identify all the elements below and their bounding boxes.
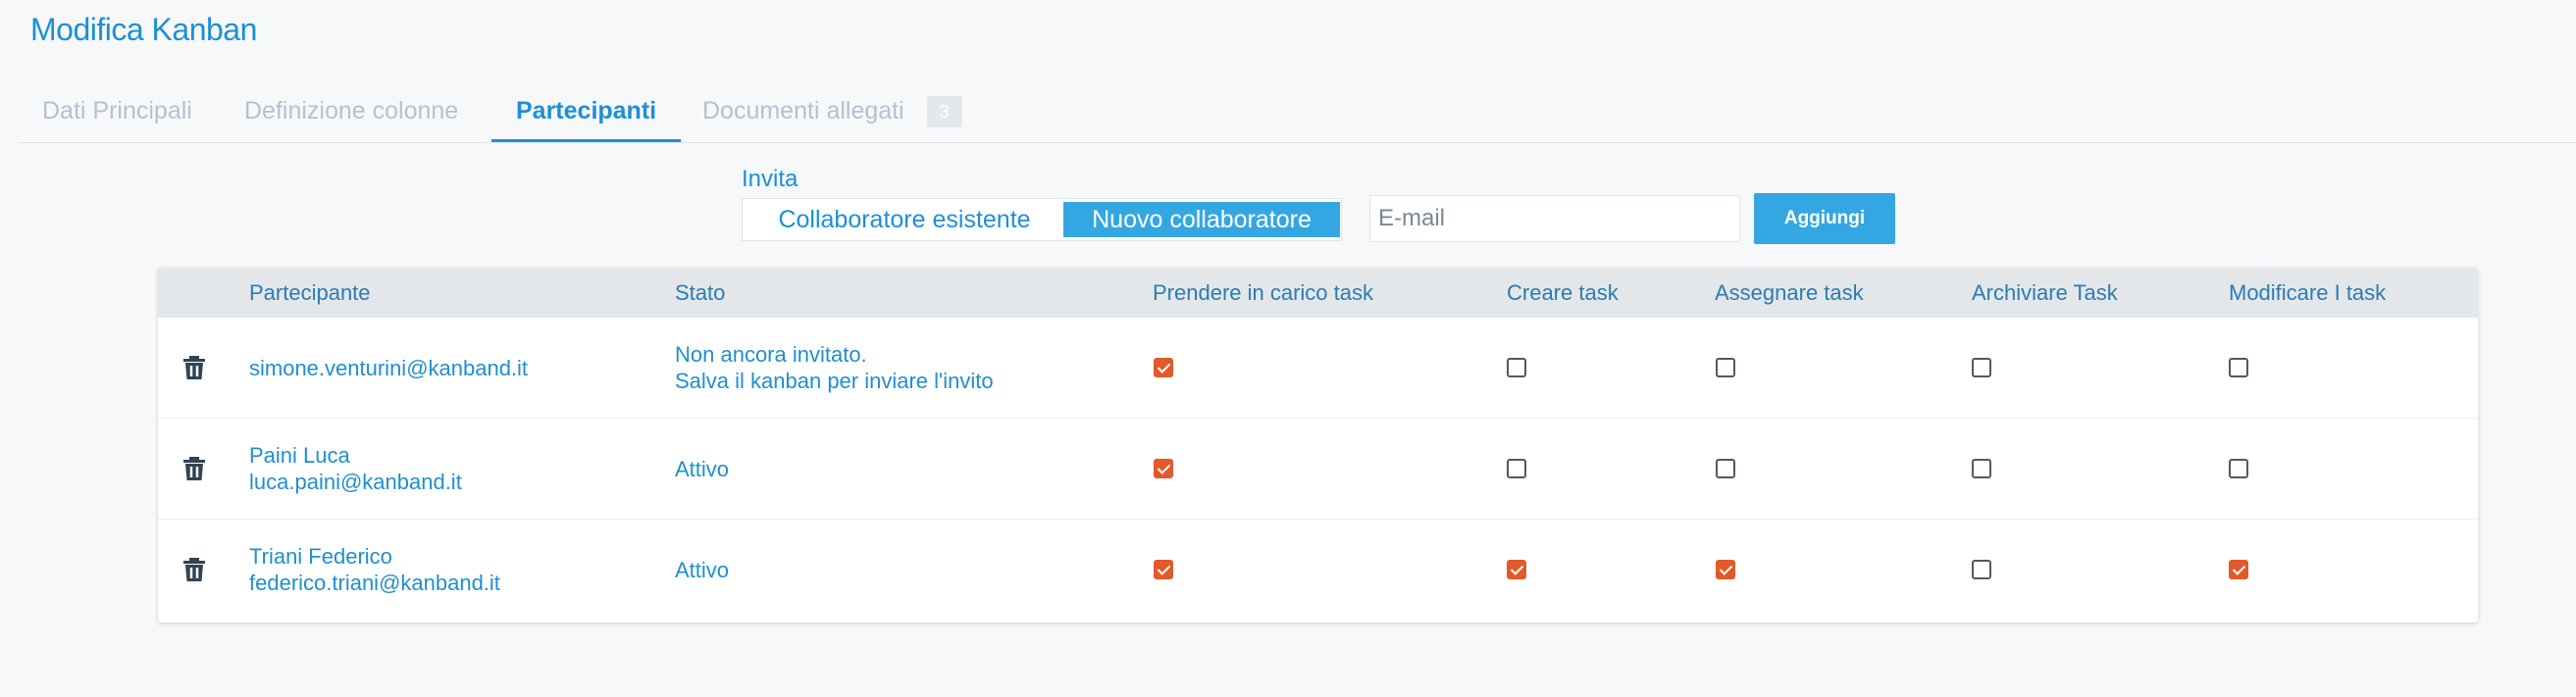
take-task-checkbox[interactable] [1154, 358, 1173, 377]
header-status: Stato [675, 280, 726, 305]
table-header: Partecipante Stato Prendere in carico ta… [158, 268, 2478, 318]
email-input[interactable] [1369, 195, 1740, 242]
trash-icon[interactable] [182, 354, 206, 381]
create-task-checkbox[interactable] [1507, 560, 1526, 579]
status-text: Attivo [675, 457, 730, 481]
participant-email: federico.triani@kanband.it [249, 571, 500, 595]
trash-icon[interactable] [182, 556, 206, 583]
participant-name: simone.venturini@kanband.it [249, 356, 529, 380]
archive-task-checkbox[interactable] [1972, 358, 1991, 377]
header-archive-task: Archiviare Task [1972, 280, 2118, 305]
archive-task-checkbox[interactable] [1972, 459, 1991, 478]
status-text: Attivo [675, 558, 730, 582]
header-take-task: Prendere in carico task [1153, 280, 1373, 305]
assign-task-checkbox[interactable] [1716, 358, 1735, 377]
header-assign-task: Assegnare task [1715, 280, 1864, 305]
table-row: simone.venturini@kanband.it Non ancora i… [158, 318, 2478, 419]
participants-table: Partecipante Stato Prendere in carico ta… [158, 268, 2478, 622]
header-edit-task: Modificare I task [2229, 280, 2387, 305]
trash-icon[interactable] [182, 455, 206, 482]
table-row: Triani Federico federico.triani@kanband.… [158, 520, 2478, 621]
create-task-checkbox[interactable] [1507, 358, 1526, 377]
tab-bar: Dati Principali Definizione colonne Part… [18, 86, 2576, 143]
tab-partecipanti-label: Partecipanti [516, 97, 657, 124]
edit-task-checkbox[interactable] [2229, 358, 2248, 377]
edit-task-checkbox[interactable] [2229, 459, 2248, 478]
participant-name: Paini Luca [249, 443, 350, 468]
status-text: Non ancora invitato. [675, 342, 867, 367]
participant-name: Triani Federico [249, 544, 392, 569]
tab-documenti-allegati[interactable]: Documenti allegati 3 [702, 86, 962, 139]
tab-documenti-label: Documenti allegati [702, 97, 904, 124]
assign-task-checkbox[interactable] [1716, 459, 1735, 478]
invite-type-toggle: Collaboratore esistente Nuovo collaborat… [742, 198, 1342, 241]
status-note: Salva il kanban per inviare l'invito [675, 369, 994, 393]
tab-definizione-colonne[interactable]: Definizione colonne [244, 86, 458, 139]
tab-partecipanti[interactable]: Partecipanti [491, 86, 682, 142]
assign-task-checkbox[interactable] [1716, 560, 1735, 579]
participant-email: luca.paini@kanband.it [249, 470, 462, 494]
page-title: Modifica Kanban [30, 12, 257, 47]
take-task-checkbox[interactable] [1154, 560, 1173, 579]
header-create-task: Creare task [1507, 280, 1619, 305]
add-button[interactable]: Aggiungi [1754, 193, 1895, 244]
tab-dati-principali[interactable]: Dati Principali [42, 86, 192, 139]
new-collaborator-option[interactable]: Nuovo collaboratore [1063, 202, 1340, 237]
invite-label: Invita [742, 166, 799, 192]
attachments-count-badge: 3 [926, 96, 962, 128]
existing-collaborator-option[interactable]: Collaboratore esistente [746, 202, 1063, 237]
take-task-checkbox[interactable] [1154, 459, 1173, 478]
archive-task-checkbox[interactable] [1972, 560, 1991, 579]
edit-task-checkbox[interactable] [2229, 560, 2248, 579]
create-task-checkbox[interactable] [1507, 459, 1526, 478]
header-participant: Partecipante [249, 280, 371, 305]
table-row: Paini Luca luca.paini@kanband.it Attivo [158, 419, 2478, 520]
